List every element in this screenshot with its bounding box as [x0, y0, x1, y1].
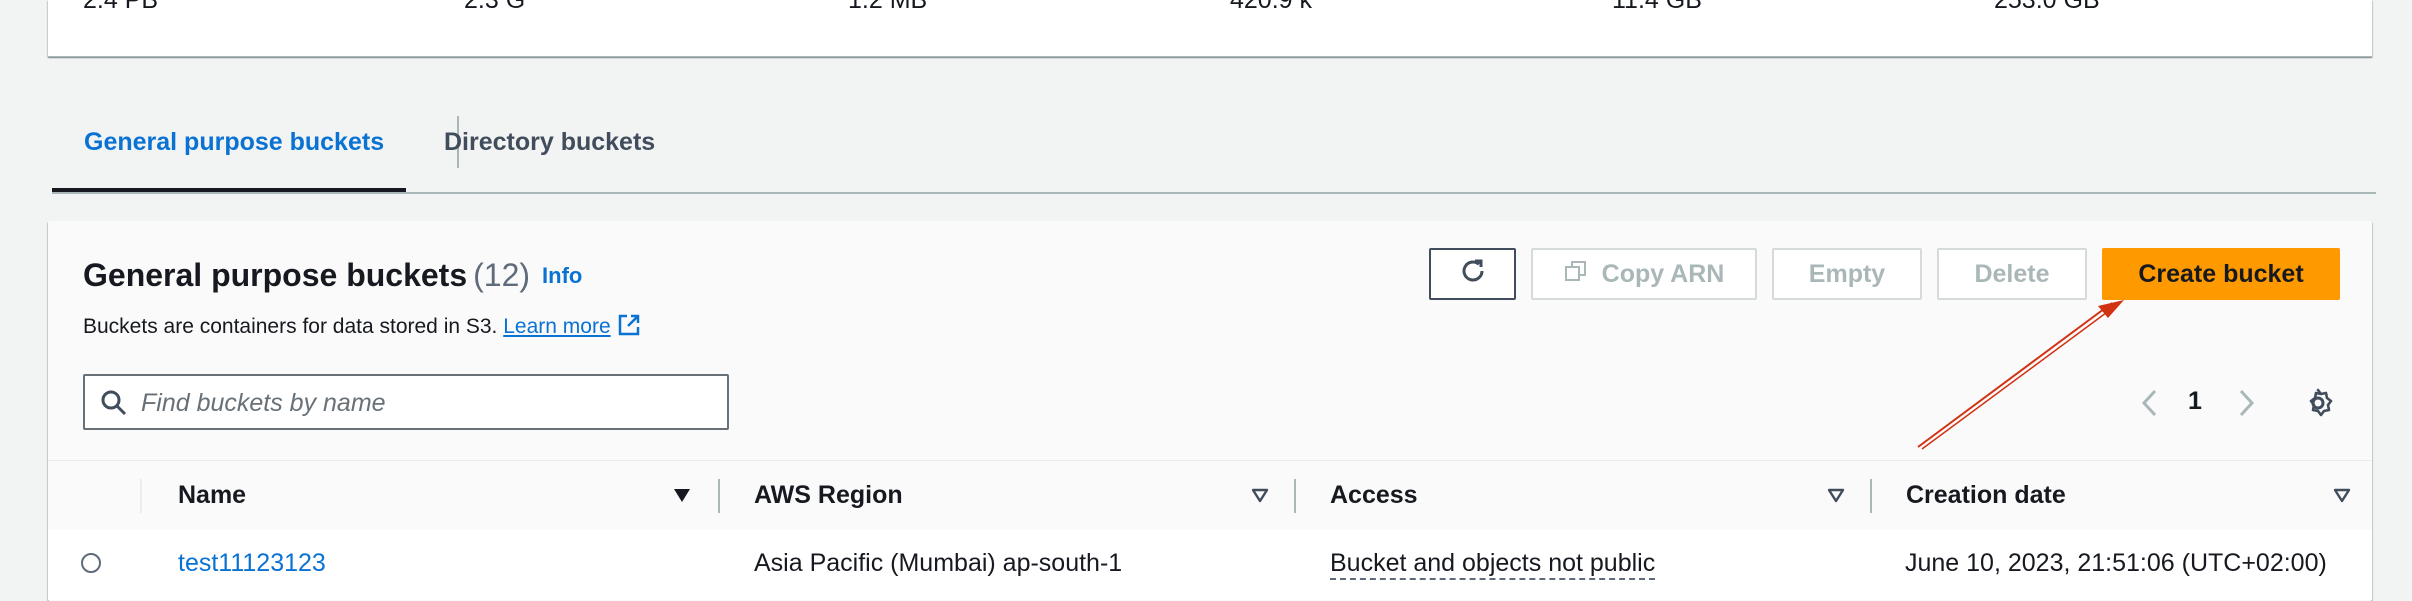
metric-other-storage: 253.0 GB	[1994, 0, 2100, 14]
refresh-icon	[1458, 256, 1488, 293]
table-header: Name AWS Region Access Creation date	[48, 460, 2372, 531]
learn-more-link[interactable]: Learn more	[503, 315, 610, 338]
active-tab-indicator	[52, 188, 406, 192]
external-link-icon[interactable]	[617, 313, 641, 343]
bucket-region: Asia Pacific (Mumbai) ap-south-1	[754, 549, 1123, 577]
current-page-number[interactable]: 1	[2188, 387, 2202, 416]
copy-arn-label: Copy ARN	[1601, 259, 1725, 288]
bucket-count: (12)	[473, 257, 531, 293]
metric-avg-object-size: 1.2 MB	[848, 0, 928, 14]
row-select-radio[interactable]	[81, 553, 101, 573]
sort-icon[interactable]	[2332, 485, 2352, 510]
panel-description: Buckets are containers for data stored i…	[83, 313, 641, 343]
metric-total-storage: 2.4 PB	[83, 0, 159, 14]
tab-general-purpose-buckets[interactable]: General purpose buckets	[84, 110, 384, 192]
info-link[interactable]: Info	[542, 263, 582, 288]
copy-icon	[1564, 259, 1588, 290]
table-row: test11123123 Asia Pacific (Mumbai) ap-so…	[48, 530, 2372, 600]
search-input[interactable]	[139, 382, 713, 424]
panel-title: General purpose buckets (12) Info	[83, 257, 582, 294]
metric-object-count: 2.3 G	[464, 0, 526, 14]
column-header-creation-date[interactable]: Creation date	[1906, 461, 2066, 530]
tab-directory-buckets[interactable]: Directory buckets	[444, 110, 655, 192]
copy-arn-button[interactable]: Copy ARN	[1531, 248, 1757, 300]
panel-title-text: General purpose buckets	[83, 257, 468, 293]
metric-requests: 420.9 k	[1230, 0, 1313, 14]
column-header-access[interactable]: Access	[1330, 461, 1418, 530]
column-divider[interactable]	[718, 479, 720, 513]
sort-icon[interactable]	[1826, 485, 1846, 510]
search-icon	[99, 388, 129, 423]
bucket-creation-date: June 10, 2023, 21:51:06 (UTC+02:00)	[1905, 549, 2327, 577]
bucket-search[interactable]	[83, 374, 729, 430]
column-header-name[interactable]: Name	[178, 461, 246, 530]
general-purpose-buckets-panel: General purpose buckets (12) Info Buckets …	[48, 221, 2372, 601]
refresh-button[interactable]	[1429, 248, 1516, 300]
bucket-access-text: Bucket and objects not public	[1330, 549, 1656, 580]
bucket-access[interactable]: Bucket and objects not public	[1330, 530, 1656, 600]
delete-button[interactable]: Delete	[1937, 248, 2087, 300]
chevron-left-icon[interactable]	[2140, 388, 2160, 423]
bucket-type-tabs: General purpose buckets Directory bucket…	[52, 110, 2376, 194]
metric-transfer: 11.4 GB	[1612, 0, 1702, 14]
sort-desc-icon[interactable]	[672, 485, 692, 510]
chevron-right-icon[interactable]	[2236, 388, 2256, 423]
gear-icon[interactable]	[2302, 387, 2334, 424]
create-bucket-button[interactable]: Create bucket	[2102, 248, 2340, 300]
sort-icon[interactable]	[1250, 485, 1270, 510]
column-divider	[140, 479, 142, 513]
description-text: Buckets are containers for data stored i…	[83, 315, 498, 338]
column-divider[interactable]	[1294, 479, 1296, 513]
empty-button[interactable]: Empty	[1772, 248, 1922, 300]
storage-metrics-card: 2.4 PB 2.3 G 1.2 MB 420.9 k 11.4 GB 253.…	[48, 0, 2372, 57]
bucket-name-link[interactable]: test11123123	[178, 530, 326, 600]
column-header-region[interactable]: AWS Region	[754, 461, 903, 530]
column-divider[interactable]	[1870, 479, 1872, 513]
